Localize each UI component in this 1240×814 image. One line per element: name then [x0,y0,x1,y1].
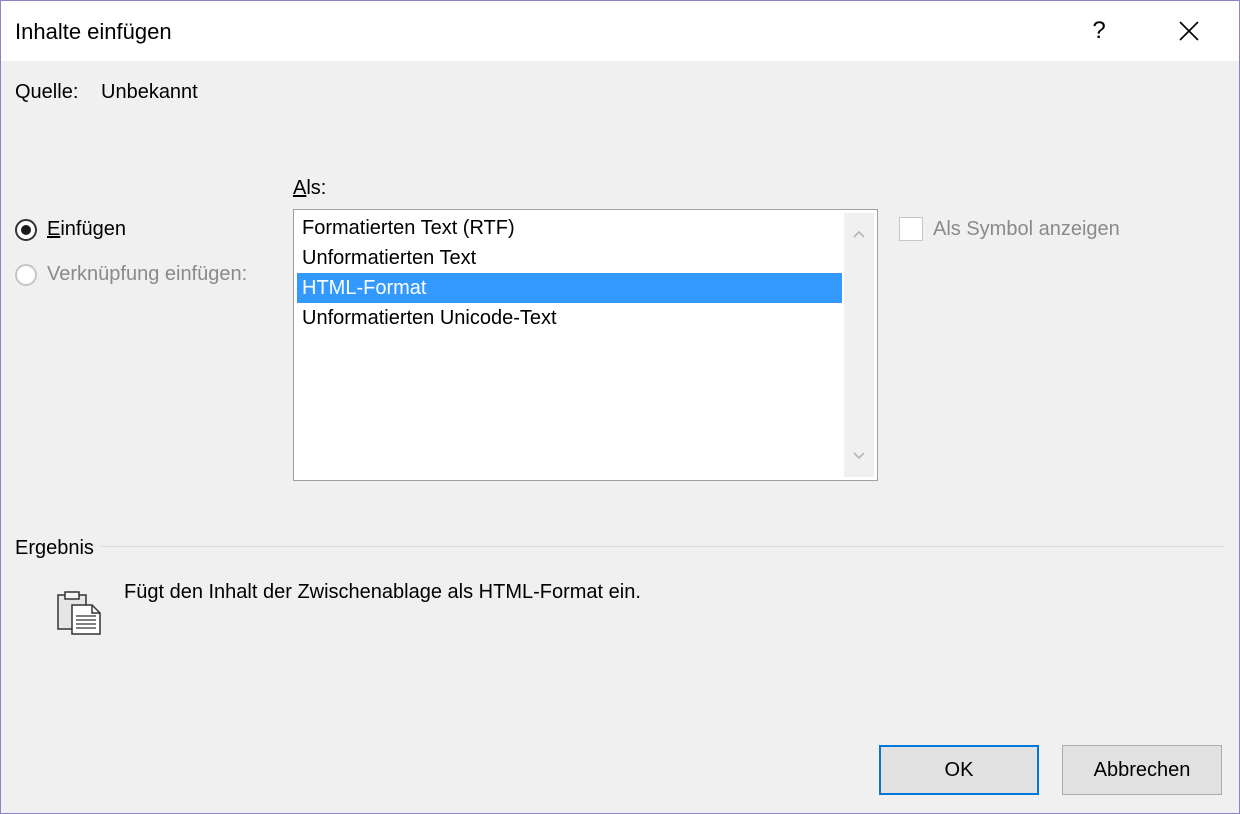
format-list-item[interactable]: Formatierten Text (RTF) [297,213,842,243]
paste-link-radio-label: Verknüpfung einfügen: [47,263,248,285]
paste-link-radio-button[interactable] [15,263,37,286]
result-divider [101,546,1225,547]
result-label: Ergebnis [15,537,94,559]
format-list-items: Formatierten Text (RTF) Unformatierten Te… [297,213,842,333]
display-as-icon-checkbox[interactable] [899,217,923,241]
paste-radio-label: Einfügen [47,218,126,240]
source-value: Unbekannt [101,81,198,103]
result-description: Fügt den Inhalt der Zwischenablage als H… [124,581,641,603]
close-icon [1179,21,1199,41]
title-bar: Inhalte einfügen ? [1,1,1239,61]
scroll-up-button[interactable] [844,219,874,249]
format-list-item[interactable]: HTML-Format [297,273,842,303]
format-listbox[interactable]: Formatierten Text (RTF) Unformatierten Te… [293,209,878,481]
chevron-down-icon [853,452,865,460]
listbox-scrollbar[interactable] [844,213,874,477]
help-button[interactable]: ? [1079,11,1119,51]
format-list-label: Als: [293,177,327,199]
scroll-down-button[interactable] [844,441,874,471]
dialog-title: Inhalte einfügen [15,19,172,44]
paste-special-dialog: Inhalte einfügen ? Quelle: Unbekannt Ein… [0,0,1240,814]
source-label: Quelle: [15,81,79,103]
paste-radio-option[interactable]: Einfügen [15,218,126,241]
cancel-button[interactable]: Abbrechen [1062,745,1222,795]
ok-button[interactable]: OK [879,745,1039,795]
display-as-icon-label: Als Symbol anzeigen [933,217,1120,240]
chevron-up-icon [853,230,865,238]
display-as-icon-option[interactable]: Als Symbol anzeigen [899,217,1120,241]
paste-link-radio-option[interactable]: Verknüpfung einfügen: [15,263,247,286]
paste-radio-button[interactable] [15,218,37,241]
format-list-item[interactable]: Unformatierten Unicode-Text [297,303,842,333]
close-button[interactable] [1169,11,1209,51]
clipboard-document-icon [55,589,103,642]
format-list-item[interactable]: Unformatierten Text [297,243,842,273]
